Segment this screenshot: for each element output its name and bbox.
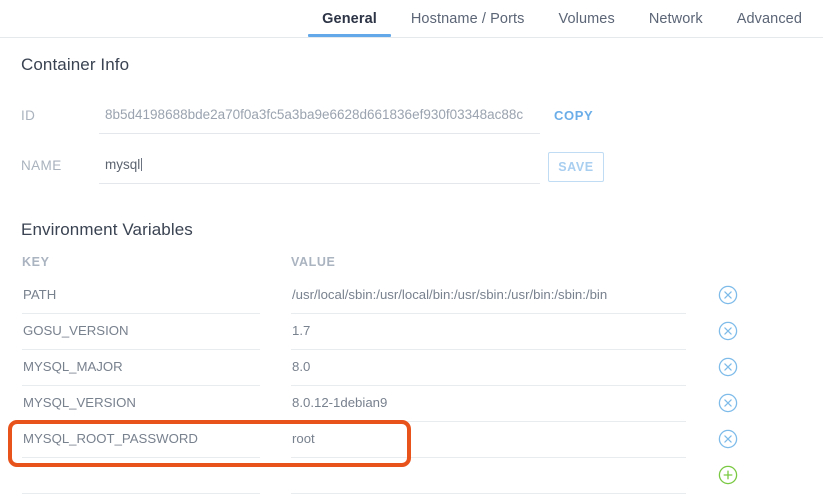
environment-variables-heading: Environment Variables (21, 220, 193, 239)
table-row-new (0, 461, 823, 497)
table-row: MYSQL_MAJOR 8.0 (0, 353, 823, 389)
env-key-field[interactable]: GOSU_VERSION (22, 317, 260, 350)
table-row-highlighted: MYSQL_ROOT_PASSWORD root (0, 425, 823, 461)
tab-network-label: Network (648, 10, 703, 27)
env-value-field[interactable] (291, 461, 686, 494)
container-name-field[interactable]: mysql (99, 152, 540, 184)
copy-id-button[interactable]: COPY (554, 108, 593, 123)
container-info-heading: Container Info (21, 55, 130, 74)
container-id-field: 8b5d4198688bde2a70f0a3fc5a3ba9e6628d6618… (99, 102, 540, 134)
text-caret (141, 158, 143, 171)
column-header-value: VALUE (291, 255, 336, 269)
container-id-label: ID (21, 108, 36, 123)
tab-hostname-ports-label: Hostname / Ports (410, 10, 525, 27)
env-value-value: 1.7 (292, 323, 311, 338)
remove-icon[interactable] (718, 429, 738, 449)
tab-hostname-ports[interactable]: Hostname / Ports (394, 0, 542, 37)
table-header-row: KEY VALUE (0, 255, 823, 281)
container-settings-page: General Hostname / Ports Volumes Network… (0, 0, 823, 501)
remove-icon[interactable] (718, 285, 738, 305)
remove-icon[interactable] (718, 321, 738, 341)
tab-bar: General Hostname / Ports Volumes Network… (0, 0, 823, 38)
tab-advanced[interactable]: Advanced (720, 0, 819, 37)
tab-volumes-label: Volumes (558, 10, 615, 27)
env-key-value: MYSQL_VERSION (23, 395, 136, 410)
env-key-value: MYSQL_MAJOR (23, 359, 123, 374)
env-value-value: /usr/local/sbin:/usr/local/bin:/usr/sbin… (292, 287, 608, 302)
env-key-value: MYSQL_ROOT_PASSWORD (23, 431, 198, 446)
env-value-value: 8.0.12-1debian9 (292, 395, 388, 410)
env-key-value: PATH (23, 287, 57, 302)
container-name-value: mysql (105, 157, 143, 172)
tab-network[interactable]: Network (632, 0, 720, 37)
env-key-field[interactable]: MYSQL_ROOT_PASSWORD (22, 425, 260, 458)
env-value-field[interactable]: 1.7 (291, 317, 686, 350)
table-row: MYSQL_VERSION 8.0.12-1debian9 (0, 389, 823, 425)
env-key-field[interactable] (22, 461, 260, 494)
column-header-key: KEY (22, 255, 50, 269)
env-value-field[interactable]: 8.0.12-1debian9 (291, 389, 686, 422)
env-key-field[interactable]: MYSQL_MAJOR (22, 353, 260, 386)
env-value-value: root (292, 431, 315, 446)
tab-general[interactable]: General (305, 0, 394, 37)
table-row: PATH /usr/local/sbin:/usr/local/bin:/usr… (0, 281, 823, 317)
container-id-row: ID 8b5d4198688bde2a70f0a3fc5a3ba9e6628d6… (21, 102, 621, 136)
container-id-value: 8b5d4198688bde2a70f0a3fc5a3ba9e6628d6618… (105, 107, 524, 122)
environment-variables-table: KEY VALUE PATH /usr/local/sbin:/usr/loca… (0, 255, 823, 497)
tab-volumes[interactable]: Volumes (541, 0, 631, 37)
env-value-field[interactable]: root (291, 425, 686, 458)
remove-icon[interactable] (718, 393, 738, 413)
remove-icon[interactable] (718, 357, 738, 377)
env-key-field[interactable]: MYSQL_VERSION (22, 389, 260, 422)
env-value-field[interactable]: /usr/local/sbin:/usr/local/bin:/usr/sbin… (291, 281, 686, 314)
tab-general-label: General (322, 10, 377, 27)
add-icon[interactable] (718, 465, 738, 485)
env-value-value: 8.0 (292, 359, 311, 374)
container-name-row: NAME mysql SAVE (21, 152, 621, 186)
env-key-field[interactable]: PATH (22, 281, 260, 314)
tab-advanced-label: Advanced (736, 10, 802, 27)
env-value-field[interactable]: 8.0 (291, 353, 686, 386)
container-name-label: NAME (21, 158, 62, 173)
save-name-button[interactable]: SAVE (548, 152, 604, 182)
env-key-value: GOSU_VERSION (23, 323, 129, 338)
table-row: GOSU_VERSION 1.7 (0, 317, 823, 353)
